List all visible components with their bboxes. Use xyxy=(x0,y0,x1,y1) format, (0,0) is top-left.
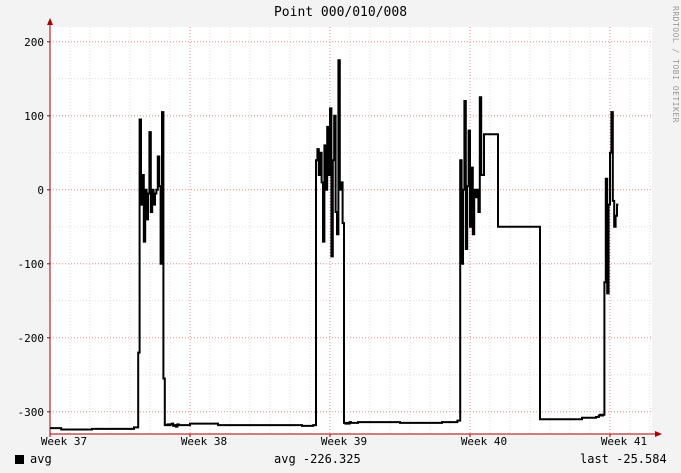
y-tick-label: -200 xyxy=(18,332,45,345)
y-tick-label: -100 xyxy=(18,258,45,271)
x-tick-label: Week 39 xyxy=(321,435,367,448)
x-tick-label: Week 41 xyxy=(601,435,647,448)
x-tick-label: Week 40 xyxy=(461,435,507,448)
chart-canvas: 200 100 0 -100 -200 -300 Week 37 Week 38 Week 39… xyxy=(18,18,662,448)
y-tick-label: 200 xyxy=(24,36,44,49)
legend-swatch xyxy=(15,455,24,464)
stat-last: last -25.584 xyxy=(580,452,667,466)
x-tick-label: Week 37 xyxy=(41,435,87,448)
y-tick-label: 0 xyxy=(37,184,44,197)
y-tick-label: 100 xyxy=(24,110,44,123)
y-tick-label: -300 xyxy=(18,406,45,419)
x-tick-label: Week 38 xyxy=(181,435,227,448)
stat-avg: avg -226.325 xyxy=(274,452,361,466)
x-axis-arrow xyxy=(655,431,662,437)
y-axis-arrow xyxy=(47,18,53,25)
legend-label: avg xyxy=(30,452,52,466)
